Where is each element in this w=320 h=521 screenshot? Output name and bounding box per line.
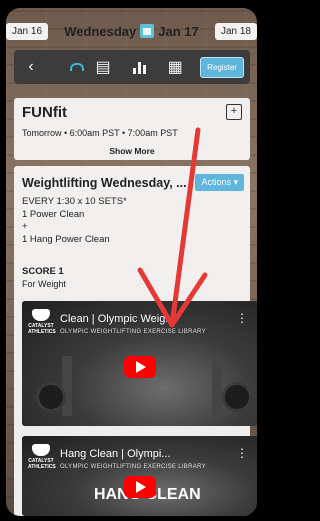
more-vert-icon[interactable]: ⋮ bbox=[236, 311, 248, 325]
video-title[interactable]: Clean | Olympic Weig... bbox=[60, 313, 175, 325]
score-title: SCORE 1 bbox=[22, 266, 64, 277]
play-icon[interactable] bbox=[124, 355, 156, 378]
workout-line: 1 Hang Power Clean bbox=[22, 233, 110, 245]
video-subtitle: OLYMPIC WEIGHTLIFTING EXERCISE LIBRARY bbox=[60, 464, 206, 470]
score-type: For Weight bbox=[22, 279, 66, 289]
class-time: Tomorrow • 6:00am PST • 7:00am PST bbox=[22, 128, 178, 138]
video-title[interactable]: Hang Clean | Olympi... bbox=[60, 448, 170, 460]
more-vert-icon[interactable]: ⋮ bbox=[236, 446, 248, 460]
channel-logo: CATALYST ATHLETICS bbox=[28, 444, 56, 470]
workout-line: 1 Power Clean bbox=[22, 208, 85, 220]
calculator-icon[interactable]: ▦ bbox=[164, 57, 186, 77]
chevron-left-icon[interactable]: ‹ bbox=[20, 58, 42, 76]
day-label: Wednesday bbox=[64, 23, 137, 39]
toolbar: ‹ ▤ ▦ Register bbox=[14, 50, 250, 84]
channel-logo: CATALYST ATHLETICS bbox=[28, 309, 56, 335]
add-icon[interactable]: + bbox=[226, 104, 242, 120]
video-clean[interactable]: CATALYST ATHLETICS Clean | Olympic Weig.… bbox=[22, 301, 257, 426]
date-next[interactable]: Jan 18 bbox=[214, 22, 257, 40]
workout-title: Weightlifting Wednesday, ... bbox=[22, 176, 187, 190]
workout-line: + bbox=[22, 221, 28, 232]
class-title: FUNfit bbox=[22, 104, 67, 121]
play-icon[interactable] bbox=[124, 476, 156, 498]
clipboard-icon[interactable]: ▤ bbox=[92, 57, 114, 77]
phone-screen: Jan 16 Wednesday Jan 17 Jan 18 ‹ ▤ ▦ Reg… bbox=[6, 8, 257, 516]
bar-chart-icon[interactable] bbox=[128, 60, 150, 74]
workout-description: EVERY 1:30 x 10 SETS* 1 Power Clean + 1 … bbox=[22, 196, 127, 246]
date-bar: Jan 16 Wednesday Jan 17 Jan 18 bbox=[6, 20, 257, 42]
calendar-icon[interactable] bbox=[140, 24, 155, 38]
show-more-link[interactable]: Show More bbox=[14, 146, 250, 156]
class-card: FUNfit + Tomorrow • 6:00am PST • 7:00am … bbox=[14, 98, 250, 160]
date-current-group[interactable]: Wednesday Jan 17 bbox=[64, 24, 199, 39]
video-subtitle: OLYMPIC WEIGHTLIFTING EXERCISE LIBRARY bbox=[60, 329, 206, 335]
workout-line: EVERY 1:30 x 10 SETS* bbox=[22, 196, 127, 207]
date-prev[interactable]: Jan 16 bbox=[6, 22, 49, 40]
workout-card: Weightlifting Wednesday, ... Actions ▾ E… bbox=[14, 166, 257, 516]
register-button[interactable]: Register bbox=[200, 56, 244, 78]
date-current: Jan 17 bbox=[158, 23, 199, 39]
actions-button[interactable]: Actions ▾ bbox=[195, 174, 244, 191]
video-hang-clean[interactable]: CATALYST ATHLETICS Hang Clean | Olympi..… bbox=[22, 436, 257, 516]
